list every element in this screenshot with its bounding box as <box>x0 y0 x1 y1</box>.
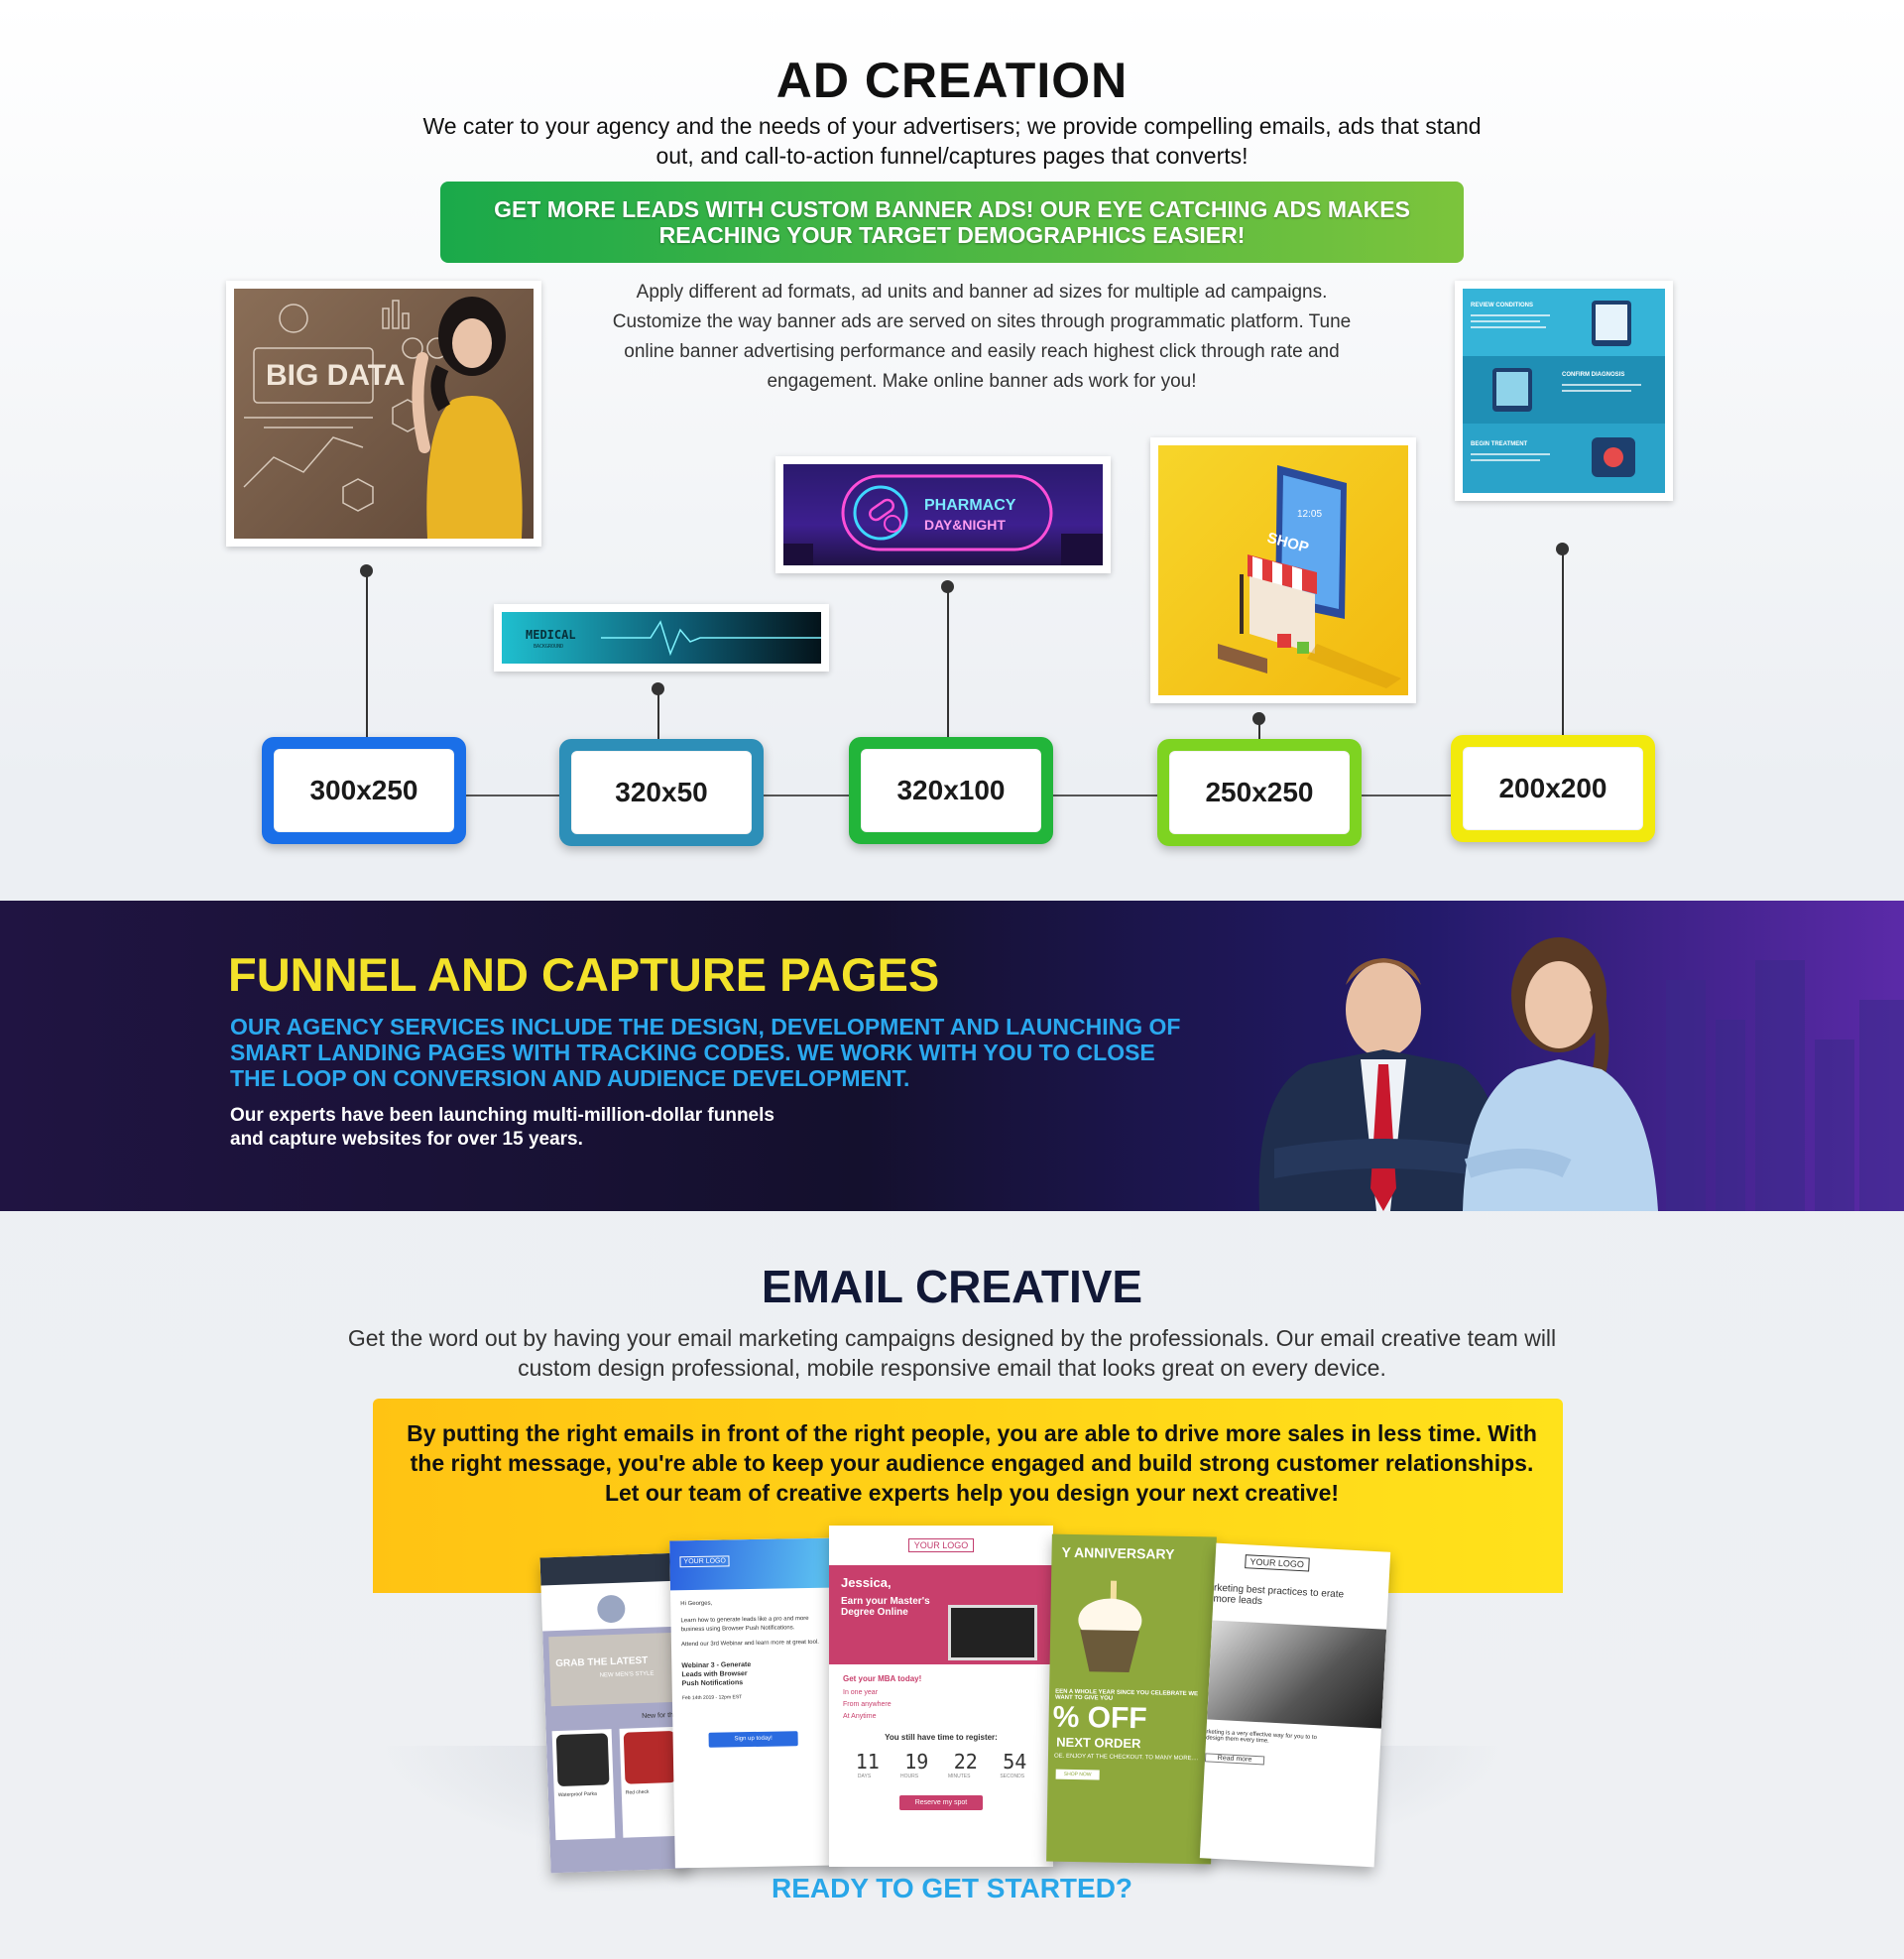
mock5-hero-image <box>1207 1620 1387 1729</box>
day-night-text: DAY&NIGHT <box>924 517 1006 533</box>
funnel-subtitle: OUR AGENCY SERVICES INCLUDE THE DESIGN, … <box>230 1014 1181 1091</box>
mock2-text-1: Learn how to generate leads like a pro a… <box>680 1615 809 1634</box>
timer-days: 11 <box>855 1750 880 1774</box>
mock1-headline: GRAB THE LATEST <box>555 1654 649 1670</box>
countdown-timer: 11 19 22 54 <box>843 1750 1039 1774</box>
timer-minutes-label: MINUTES <box>947 1774 971 1779</box>
mock1-sub: NEW MEN'S STYLE <box>599 1670 654 1679</box>
email-creative-intro: Get the word out by having your email ma… <box>347 1325 1557 1381</box>
email-mockup-marketing: YOUR LOGO rketing best practices to erat… <box>1199 1542 1391 1868</box>
mock4-next: NEXT ORDER <box>1056 1734 1141 1752</box>
big-data-text: BIG DATA <box>266 359 406 392</box>
timeline-connector <box>1562 549 1564 739</box>
mock2-date: Feb 14th 2019 - 12pm EST <box>681 1694 743 1702</box>
mock1-product-1: Waterproof Parka <box>557 1790 597 1799</box>
neon-sign-graphic: PHARMACY DAY&NIGHT <box>783 474 1103 565</box>
size-box-250x250: 250x250 <box>1157 739 1362 846</box>
mock3-reserve-button[interactable]: Reserve my spot <box>899 1795 983 1810</box>
cupcake-icon <box>1078 1580 1142 1672</box>
ad-sample-shop: 12:05 SHOP <box>1150 437 1416 703</box>
timer-hours: 19 <box>904 1750 929 1774</box>
email-mockup-anniversary: Y ANNIVERSARY EEN A WHOLE YEAR SINCE YOU… <box>1046 1533 1217 1865</box>
heartbeat-graphic: MEDICAL BACKGROUND <box>526 620 821 657</box>
email-highlight-text: By putting the right emails in front of … <box>407 1420 1537 1506</box>
ad-creation-intro: We cater to your agency and the needs of… <box>422 113 1482 169</box>
mock2-signup-button[interactable]: Sign up today! <box>708 1731 798 1748</box>
mock1-row: New for this <box>642 1711 679 1721</box>
mock3-bullet-2: From anywhere <box>843 1701 892 1708</box>
ad-sample-infographic: REVIEW CONDITIONS CONFIRM DIAGNOSIS BEGI… <box>1455 281 1673 501</box>
timeline-connector <box>1258 718 1260 740</box>
mock5-text: rketing is a very effective way for you … <box>1205 1729 1318 1745</box>
timer-minutes: 22 <box>953 1750 978 1774</box>
mock3-bullet-1: In one year <box>843 1689 879 1696</box>
mock3-name: Jessica, <box>841 1575 892 1590</box>
mock5-logo: YOUR LOGO <box>1245 1554 1310 1572</box>
mock4-off: % OFF <box>1052 1700 1147 1736</box>
size-label: 320x100 <box>861 749 1041 832</box>
funnel-body: Our experts have been launching multi-mi… <box>230 1105 774 1150</box>
businesswoman-figure <box>1463 937 1658 1211</box>
size-box-200x200: 200x200 <box>1451 735 1655 842</box>
size-label: 250x250 <box>1169 751 1350 834</box>
timer-hours-label: HOURS <box>900 1774 919 1779</box>
mock3-bullet-3: At Anytime <box>843 1713 877 1720</box>
mock5-read-more-button[interactable]: Read more <box>1204 1753 1265 1766</box>
pharmacy-text: PHARMACY <box>924 497 1016 514</box>
laptop-icon <box>948 1605 1037 1660</box>
timeline-connector <box>366 570 368 739</box>
size-label: 320x50 <box>571 751 752 834</box>
timeline-connector <box>947 586 949 739</box>
mock4-title: Y ANNIVERSARY <box>1061 1543 1175 1562</box>
timer-seconds-label: SECONDS <box>1000 1774 1025 1779</box>
mock5-headline: rketing best practices to erate more lea… <box>1213 1582 1345 1608</box>
clock-text: 12:05 <box>1297 509 1322 520</box>
mock1-product-2: Red check <box>625 1788 650 1796</box>
size-box-320x100: 320x100 <box>849 737 1053 844</box>
email-mockup-fashion: GRAB THE LATEST NEW MEN'S STYLE New for … <box>539 1552 690 1874</box>
mock3-logo: YOUR LOGO <box>907 1538 975 1552</box>
size-box-320x50: 320x50 <box>559 739 764 846</box>
mock2-greeting: Hi Georges, <box>680 1600 713 1608</box>
ad-sample-medical: MEDICAL BACKGROUND <box>494 604 829 672</box>
timer-seconds: 54 <box>1003 1750 1027 1774</box>
medical-sub-text: BACKGROUND <box>534 644 563 650</box>
email-mockup-mba: YOUR LOGO Jessica, Earn your Master's De… <box>829 1526 1053 1867</box>
leads-banner: GET MORE LEADS WITH CUSTOM BANNER ADS! O… <box>440 182 1464 263</box>
ad-sample-pharmacy: PHARMACY DAY&NIGHT <box>775 456 1111 573</box>
mock3-headline: Earn your Master's Degree Online <box>841 1596 930 1618</box>
size-box-300x250: 300x250 <box>262 737 466 844</box>
email-mockup-webinar: YOUR LOGO Hi Georges, Learn how to gener… <box>669 1537 836 1869</box>
mock4-line2: OE. ENJOY AT THE CHECKOUT. TO MANY MORE.… <box>1053 1753 1199 1763</box>
phone-shop-graphic: 12:05 SHOP <box>1218 465 1401 688</box>
size-label: 300x250 <box>274 749 454 832</box>
mock3-mba: Get your MBA today! <box>843 1674 922 1683</box>
infographic-icons <box>1471 301 1641 477</box>
ad-sample-big-data: BIG DATA <box>226 281 541 547</box>
timer-days-label: DAYS <box>857 1774 872 1779</box>
mock4-shop-button[interactable]: SHOP NOW <box>1055 1769 1100 1780</box>
woman-figure <box>412 297 523 539</box>
mock2-logo: YOUR LOGO <box>679 1555 731 1568</box>
leads-banner-text: GET MORE LEADS WITH CUSTOM BANNER ADS! O… <box>494 196 1410 248</box>
size-label: 200x200 <box>1463 747 1643 830</box>
email-creative-title: EMAIL CREATIVE <box>761 1261 1143 1312</box>
funnel-title: FUNNEL AND CAPTURE PAGES <box>228 948 940 1001</box>
medical-text: MEDICAL <box>526 628 576 642</box>
mock3-register: You still have time to register: <box>885 1733 998 1742</box>
mock2-text-2: Attend our 3rd Webinar and learn more at… <box>680 1639 819 1649</box>
timeline-connector <box>657 688 659 740</box>
mock2-webinar: Webinar 3 - Generate Leads with Browser … <box>681 1661 752 1688</box>
ad-creation-description: Apply different ad formats, ad units and… <box>612 282 1352 392</box>
ad-creation-title: AD CREATION <box>775 53 1129 108</box>
ready-to-get-started-link[interactable]: READY TO GET STARTED? <box>0 1873 1904 1904</box>
